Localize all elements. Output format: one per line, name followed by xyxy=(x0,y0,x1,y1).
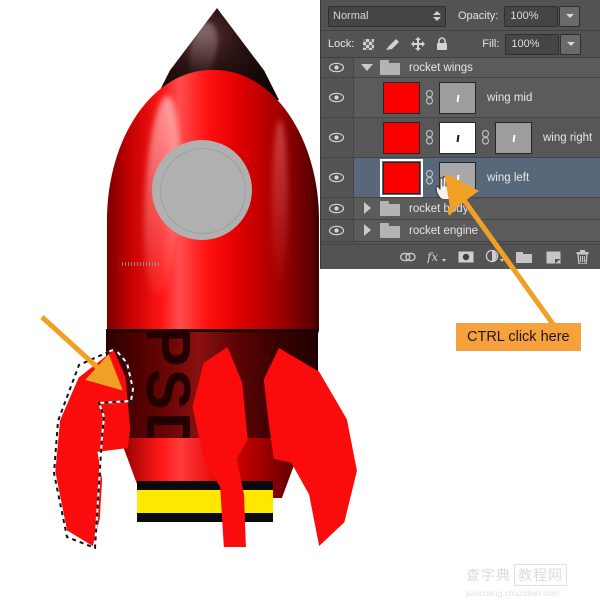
lock-row: Lock: Fill: 100% xyxy=(320,31,600,58)
mask-link-icon[interactable] xyxy=(479,130,492,146)
fill-slider-toggle[interactable] xyxy=(560,34,581,55)
body-highlight-right xyxy=(272,120,288,290)
lock-transparent-pixels-icon[interactable] xyxy=(363,39,374,50)
group-twirl-closed-icon[interactable] xyxy=(361,224,374,237)
visibility-toggle[interactable] xyxy=(320,198,354,219)
layer-row-rocket-wings[interactable]: rocket wings xyxy=(320,58,600,78)
visibility-toggle[interactable] xyxy=(320,158,354,197)
layer-thumbnail[interactable] xyxy=(383,122,420,154)
layer-thumbnail-selected[interactable] xyxy=(383,162,420,194)
layer-mask-thumbnail[interactable] xyxy=(439,122,476,154)
watermark-cn-left: 查字典 xyxy=(466,565,511,585)
arrow-pointing-to-left-fin xyxy=(30,305,135,395)
folder-icon xyxy=(380,223,400,238)
lock-position-icon[interactable] xyxy=(411,37,425,51)
eye-icon xyxy=(329,225,344,236)
arrow-shaft-segment xyxy=(448,196,470,216)
blend-mode-row: Normal Opacity: 100% xyxy=(320,2,600,31)
watermark-url: jiaocheng.chazidian.com xyxy=(466,588,590,598)
eye-icon xyxy=(329,172,344,183)
chevron-updown-icon xyxy=(432,10,441,23)
visibility-toggle[interactable] xyxy=(320,220,354,241)
screenshot-canvas: PSD Normal Opacity: 100% xyxy=(0,0,600,600)
eye-icon xyxy=(329,92,344,103)
folder-icon xyxy=(380,60,400,75)
panel-resize-grip[interactable] xyxy=(122,262,160,266)
vector-mask-thumbnail[interactable] xyxy=(495,122,532,154)
link-layers-icon[interactable] xyxy=(397,248,419,266)
visibility-toggle[interactable] xyxy=(320,78,354,117)
porthole-ring xyxy=(160,148,246,234)
visibility-toggle[interactable] xyxy=(320,118,354,157)
layer-row-wing-right[interactable]: wing right xyxy=(320,118,600,158)
opacity-slider-toggle[interactable] xyxy=(559,6,580,27)
layer-name: wing right xyxy=(543,132,592,144)
group-twirl-open-icon[interactable] xyxy=(361,61,374,74)
rocket-illustration: PSD xyxy=(0,0,320,600)
folder-icon xyxy=(380,201,400,216)
group-twirl-closed-icon[interactable] xyxy=(361,202,374,215)
lock-label: Lock: xyxy=(328,38,354,50)
layer-name: wing mid xyxy=(487,92,532,104)
svg-text:fx: fx xyxy=(427,250,438,264)
layer-name: rocket wings xyxy=(409,62,473,74)
opacity-input[interactable]: 100% xyxy=(504,6,558,27)
watermark-cn-right: 教程网 xyxy=(514,564,567,586)
mask-link-icon[interactable] xyxy=(423,90,436,106)
visibility-toggle[interactable] xyxy=(320,58,354,77)
eye-icon xyxy=(329,62,344,73)
blend-mode-value: Normal xyxy=(333,10,432,22)
fill-label: Fill: xyxy=(482,38,499,50)
eye-icon xyxy=(329,203,344,214)
callout-ctrl-click: CTRL click here xyxy=(456,323,581,351)
layer-row-wing-mid[interactable]: wing mid xyxy=(320,78,600,118)
layer-mask-thumbnail[interactable] xyxy=(439,82,476,114)
lock-all-icon[interactable] xyxy=(436,37,448,51)
eye-icon xyxy=(329,132,344,143)
fill-input[interactable]: 100% xyxy=(505,34,559,55)
lock-image-pixels-icon[interactable] xyxy=(385,38,400,51)
opacity-label: Opacity: xyxy=(458,10,498,22)
mask-link-icon[interactable] xyxy=(423,130,436,146)
blend-mode-select[interactable]: Normal xyxy=(328,6,446,27)
site-watermark: 查字典 教程网 jiaocheng.chazidian.com xyxy=(466,564,590,594)
layer-thumbnail[interactable] xyxy=(383,82,420,114)
